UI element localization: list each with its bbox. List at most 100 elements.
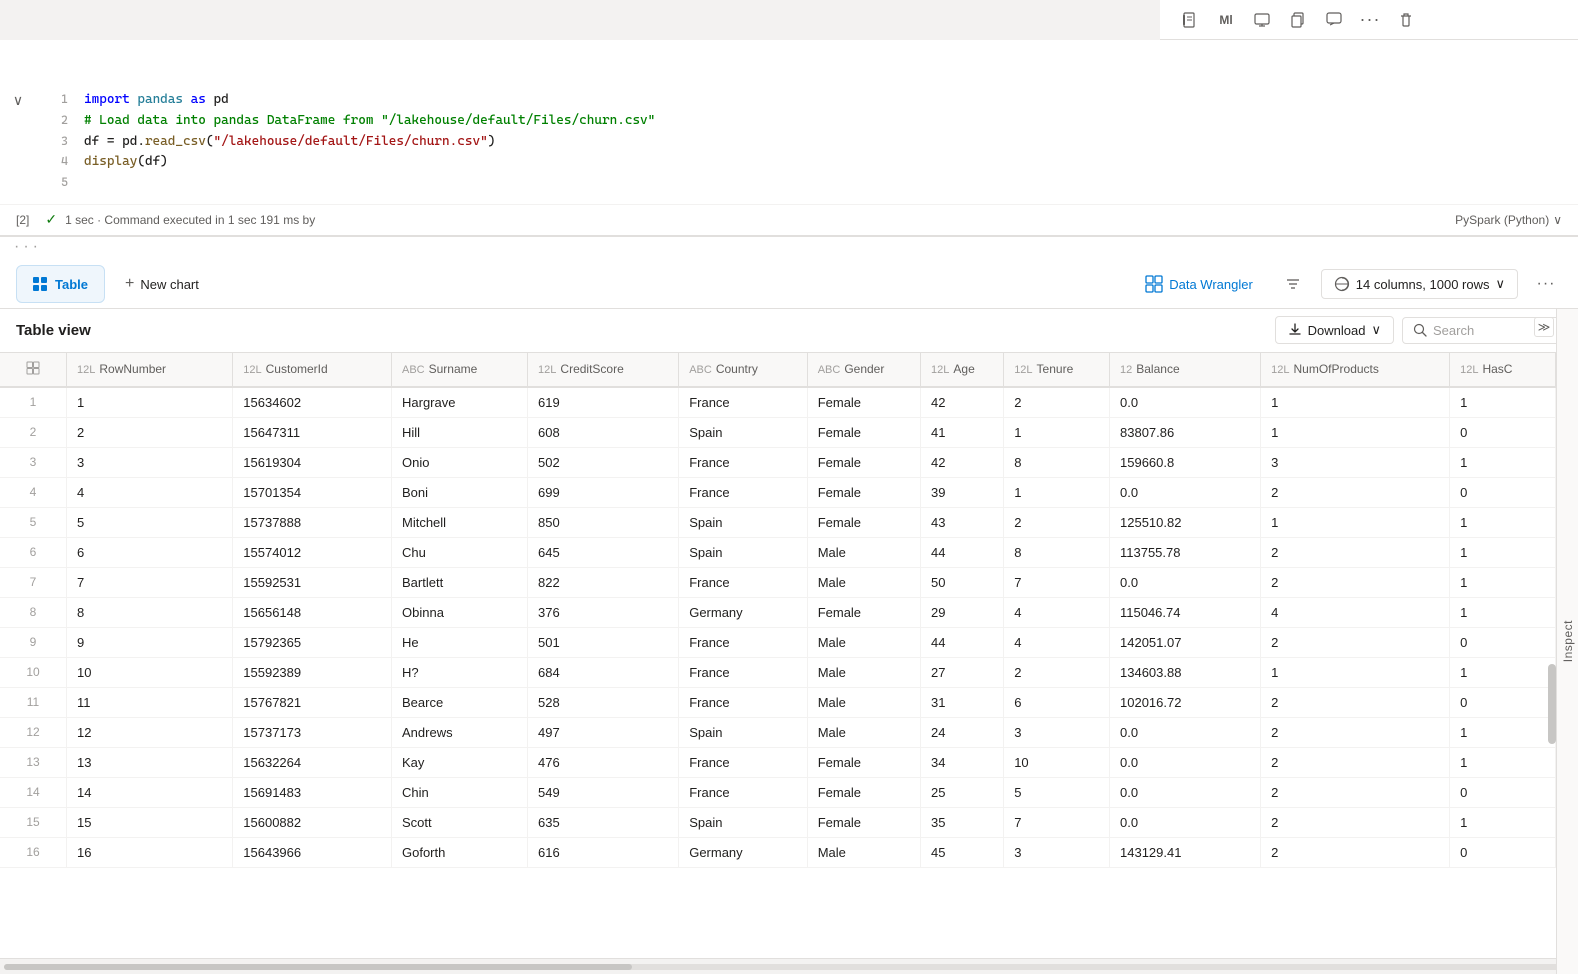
cell-gender: Male [807, 717, 920, 747]
cell-rownumber: 4 [67, 477, 233, 507]
code-line-2: # Load data into pandas DataFrame from "… [84, 111, 655, 132]
cell-creditscore: 501 [528, 627, 679, 657]
cell-hasc: 1 [1450, 747, 1556, 777]
line-number: 2 [44, 111, 68, 130]
cell-tenure: 1 [1004, 477, 1110, 507]
cell-gender: Female [807, 447, 920, 477]
cell-creditscore: 608 [528, 417, 679, 447]
row-index: 2 [0, 417, 67, 447]
cell-gender: Male [807, 657, 920, 687]
cell-collapse-button[interactable]: ∨ [0, 80, 36, 236]
inspect-label: Inspect [1561, 620, 1575, 662]
cell-gender: Female [807, 777, 920, 807]
cell-rownumber: 2 [67, 417, 233, 447]
ml-icon[interactable]: Ml [1212, 6, 1240, 34]
code-line-4: display(df) [84, 152, 168, 173]
row-index: 7 [0, 567, 67, 597]
filter-button[interactable] [1277, 268, 1309, 300]
cell-balance: 143129.41 [1110, 837, 1261, 867]
data-wrangler-button[interactable]: Data Wrangler [1133, 269, 1265, 299]
check-icon: ✓ [45, 211, 57, 228]
cell-rownumber: 13 [67, 747, 233, 777]
table-tab[interactable]: Table [16, 265, 105, 303]
cell-customerid: 15592531 [233, 567, 392, 597]
scrollbar-track [4, 964, 1574, 970]
cols-rows-label: 14 columns, 1000 rows [1356, 277, 1490, 292]
cell-hasc: 0 [1450, 777, 1556, 807]
cell-age: 42 [921, 387, 1004, 418]
cell-country: France [679, 627, 807, 657]
row-index: 15 [0, 807, 67, 837]
cell-numofproducts: 2 [1261, 537, 1450, 567]
tab-bar: Table + New chart Data Wrangler [0, 261, 1578, 309]
vertical-scrollbar-thumb[interactable] [1548, 664, 1556, 744]
delete-icon[interactable] [1392, 6, 1420, 34]
collapse-output-button[interactable]: ≫ [1534, 317, 1554, 337]
row-index: 3 [0, 447, 67, 477]
cell-customerid: 15619304 [233, 447, 392, 477]
cell-gender: Male [807, 537, 920, 567]
tab-more-button[interactable]: ··· [1530, 268, 1562, 300]
cell-status-bar: [2] ✓ 1 sec · Command executed in 1 sec … [0, 204, 1578, 236]
new-chart-tab[interactable]: + New chart [109, 265, 215, 303]
cell-tenure: 7 [1004, 567, 1110, 597]
cell-gender: Female [807, 387, 920, 418]
cell-numofproducts: 1 [1261, 657, 1450, 687]
cell-customerid: 15737888 [233, 507, 392, 537]
cell-age: 42 [921, 447, 1004, 477]
col-tenure-header: 12LTenure [1004, 353, 1110, 387]
cell-customerid: 15632264 [233, 747, 392, 777]
cell-country: France [679, 657, 807, 687]
cell-surname: Bearce [392, 687, 528, 717]
table-grid-icon [33, 277, 47, 291]
comment-icon[interactable] [1320, 6, 1348, 34]
table-row: 6 6 15574012 Chu 645 Spain Male 44 8 113… [0, 537, 1556, 567]
cell-surname: Chin [392, 777, 528, 807]
execution-status: 1 sec · Command executed in 1 sec 191 ms… [65, 213, 315, 227]
cell-tenure: 10 [1004, 747, 1110, 777]
cell-balance: 0.0 [1110, 717, 1261, 747]
data-table-container[interactable]: 12LRowNumber 12LCustomerId ABCSurname 12… [0, 353, 1578, 958]
table-row: 10 10 15592389 H? 684 France Male 27 2 1… [0, 657, 1556, 687]
row-index: 13 [0, 747, 67, 777]
row-index: 9 [0, 627, 67, 657]
cell-rownumber: 15 [67, 807, 233, 837]
cell-country: France [679, 777, 807, 807]
inspect-panel[interactable]: Inspect [1556, 309, 1578, 974]
cols-rows-chevron: ∨ [1495, 276, 1505, 292]
columns-rows-button[interactable]: 14 columns, 1000 rows ∨ [1321, 269, 1518, 299]
table-body: 1 1 15634602 Hargrave 619 France Female … [0, 387, 1556, 868]
cell-numofproducts: 2 [1261, 627, 1450, 657]
cell-balance: 0.0 [1110, 747, 1261, 777]
cell-tenure: 8 [1004, 537, 1110, 567]
cell-tenure: 4 [1004, 627, 1110, 657]
cell-numofproducts: 1 [1261, 417, 1450, 447]
cell-gender: Female [807, 747, 920, 777]
cell-gender: Female [807, 507, 920, 537]
cell-customerid: 15792365 [233, 627, 392, 657]
copy-icon[interactable] [1284, 6, 1312, 34]
cell-country: France [679, 387, 807, 418]
language-selector[interactable]: PySpark (Python) ∨ [1455, 213, 1562, 227]
cell-balance: 159660.8 [1110, 447, 1261, 477]
cell-creditscore: 635 [528, 807, 679, 837]
cell-age: 24 [921, 717, 1004, 747]
line-number: 4 [44, 152, 68, 171]
cell-tenure: 7 [1004, 807, 1110, 837]
line-number: 1 [44, 90, 68, 109]
cell-customerid: 15701354 [233, 477, 392, 507]
cell-age: 43 [921, 507, 1004, 537]
col-surname-header: ABCSurname [392, 353, 528, 387]
cell-age: 25 [921, 777, 1004, 807]
cell-age: 39 [921, 477, 1004, 507]
more-dots-icon[interactable]: ··· [1356, 6, 1384, 34]
notebook-icon[interactable] [1176, 6, 1204, 34]
col-creditscore-header: 12LCreditScore [528, 353, 679, 387]
cell-creditscore: 684 [528, 657, 679, 687]
cell-surname: Andrews [392, 717, 528, 747]
download-button[interactable]: Download ∨ [1275, 316, 1394, 344]
horizontal-scrollbar[interactable] [0, 958, 1578, 974]
data-table: 12LRowNumber 12LCustomerId ABCSurname 12… [0, 353, 1556, 868]
cell-customerid: 15634602 [233, 387, 392, 418]
display-icon[interactable] [1248, 6, 1276, 34]
